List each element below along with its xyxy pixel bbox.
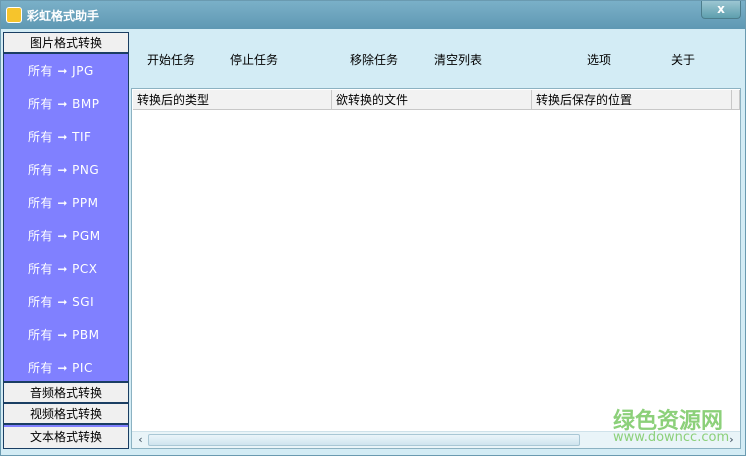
column-header-location[interactable]: 转换后保存的位置 <box>532 90 732 110</box>
category-audio[interactable]: 音频格式转换 <box>4 381 128 404</box>
convert-pcx[interactable]: 所有 ➞ PCX <box>28 260 98 277</box>
category-video[interactable]: 视频格式转换 <box>4 404 128 425</box>
options-button[interactable]: 选项 <box>587 51 611 68</box>
convert-bmp[interactable]: 所有 ➞ BMP <box>28 95 100 112</box>
stop-task-button[interactable]: 停止任务 <box>230 51 278 68</box>
column-header-type[interactable]: 转换后的类型 <box>133 90 332 110</box>
sidebar: 图片格式转换 所有 ➞ JPG 所有 ➞ BMP 所有 ➞ TIF 所有 ➞ P… <box>3 32 129 449</box>
convert-png[interactable]: 所有 ➞ PNG <box>28 161 99 178</box>
scroll-thumb[interactable] <box>148 434 580 446</box>
start-task-button[interactable]: 开始任务 <box>147 51 195 68</box>
remove-task-button[interactable]: 移除任务 <box>350 51 398 68</box>
category-text[interactable]: 文本格式转换 <box>4 427 128 448</box>
column-header-extra <box>732 90 740 110</box>
column-header-file[interactable]: 欲转换的文件 <box>332 90 532 110</box>
clear-list-button[interactable]: 清空列表 <box>434 51 482 68</box>
task-list[interactable]: 转换后的类型 欲转换的文件 转换后保存的位置 ‹ › <box>131 88 741 449</box>
category-image[interactable]: 图片格式转换 <box>4 33 128 54</box>
convert-sgi[interactable]: 所有 ➞ SGI <box>28 293 94 310</box>
watermark-url: www.downcc.com <box>613 430 730 445</box>
title-bar: 彩虹格式助手 x <box>1 1 745 29</box>
window-title: 彩虹格式助手 <box>27 9 100 23</box>
app-logo-icon <box>6 7 22 23</box>
scroll-left-icon[interactable]: ‹ <box>133 432 148 448</box>
about-button[interactable]: 关于 <box>671 51 695 68</box>
close-button[interactable]: x <box>701 1 741 19</box>
convert-pgm[interactable]: 所有 ➞ PGM <box>28 227 101 244</box>
convert-jpg[interactable]: 所有 ➞ JPG <box>28 62 94 79</box>
convert-pbm[interactable]: 所有 ➞ PBM <box>28 326 100 343</box>
convert-pic[interactable]: 所有 ➞ PIC <box>28 359 93 376</box>
convert-tif[interactable]: 所有 ➞ TIF <box>28 128 91 145</box>
convert-ppm[interactable]: 所有 ➞ PPM <box>28 194 99 211</box>
main-window: 彩虹格式助手 x 图片格式转换 所有 ➞ JPG 所有 ➞ BMP 所有 ➞ T… <box>0 0 746 456</box>
